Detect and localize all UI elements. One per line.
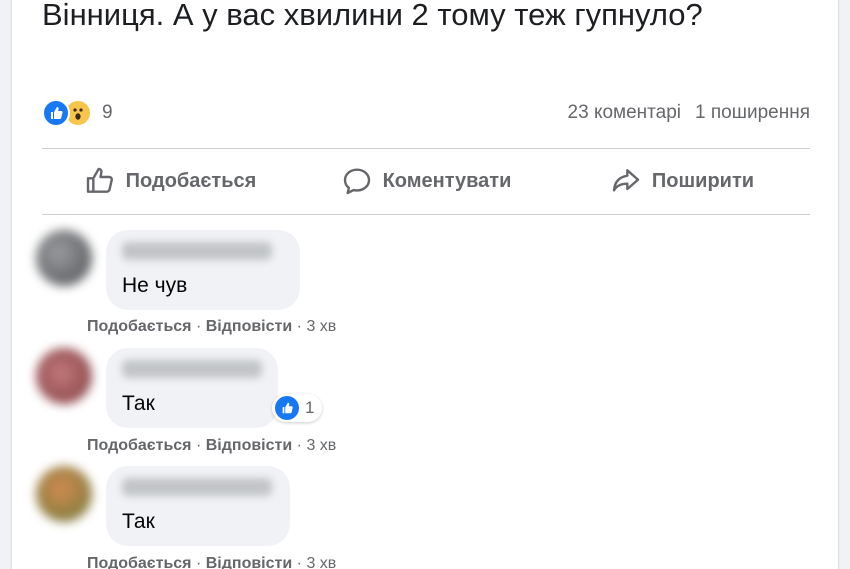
like-button[interactable]: Подобається	[42, 150, 298, 212]
comments-count-link[interactable]: 23 коментарі	[568, 102, 681, 124]
post-text: Вінниця. А у вас хвилини 2 тому теж гупн…	[42, 0, 703, 32]
comment-button[interactable]: Коментувати	[298, 150, 554, 212]
comment-bubble: Так	[106, 348, 278, 428]
divider-top	[42, 148, 810, 149]
comment-meta: Подобається · Відповісти · 3 хв	[87, 437, 337, 454]
comment-reaction-count: 1	[305, 398, 315, 417]
comment-text: Так	[122, 392, 155, 415]
share-button-label: Поширити	[651, 169, 755, 192]
comment-like-link[interactable]: Подобається	[87, 437, 192, 454]
like-icon	[42, 99, 70, 127]
like-button-label: Подобається	[125, 169, 257, 192]
comment-time[interactable]: 3 хв	[306, 555, 336, 569]
comment-reply-link[interactable]: Відповісти	[206, 318, 292, 335]
share-arrow-icon	[612, 169, 640, 192]
post-stats: 9 23 коментарі 1 поширення	[42, 96, 810, 130]
comment-text: Не чув	[122, 274, 188, 297]
comment-time[interactable]: 3 хв	[306, 437, 336, 454]
comment-meta: Подобається · Відповісти · 3 хв	[87, 555, 336, 569]
share-button[interactable]: Поширити	[554, 150, 810, 212]
comment-button-label: Коментувати	[382, 169, 512, 192]
author-name[interactable]	[122, 478, 272, 496]
comment-reaction-badge[interactable]: 1	[272, 394, 323, 422]
author-name[interactable]	[122, 360, 262, 378]
avatar[interactable]	[36, 466, 92, 522]
avatar[interactable]	[36, 230, 92, 286]
speech-bubble-icon	[343, 168, 370, 195]
thumbs-up-icon	[86, 167, 113, 193]
reactions-summary[interactable]: 9	[42, 96, 113, 130]
comment-meta: Подобається · Відповісти · 3 хв	[87, 318, 337, 335]
comment-like-link[interactable]: Подобається	[87, 318, 192, 335]
comment-bubble: Не чув	[106, 230, 300, 310]
comment-time[interactable]: 3 хв	[306, 318, 336, 335]
comment-reply-link[interactable]: Відповісти	[206, 555, 292, 569]
post-actions: Подобається Коментувати Поширити	[42, 150, 810, 212]
engagement-counts: 23 коментарі 1 поширення	[568, 96, 810, 130]
avatar[interactable]	[36, 348, 92, 404]
author-name[interactable]	[122, 242, 272, 260]
comment-like-link[interactable]: Подобається	[87, 555, 192, 569]
comment-bubble: Так	[106, 466, 290, 546]
divider-bottom	[42, 214, 810, 215]
comment-text: Так	[122, 510, 155, 533]
shares-count-link[interactable]: 1 поширення	[695, 102, 810, 124]
reaction-count: 9	[102, 102, 113, 123]
like-icon	[275, 396, 299, 420]
comment-reply-link[interactable]: Відповісти	[206, 437, 292, 454]
